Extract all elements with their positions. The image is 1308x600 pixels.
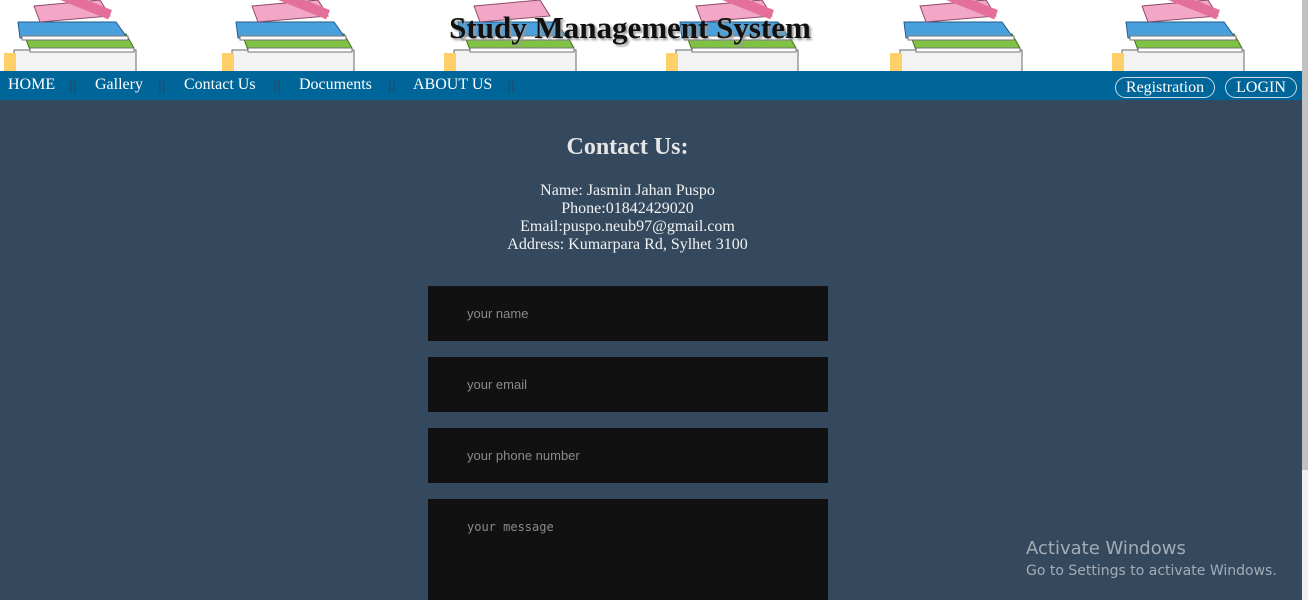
nav-separator: ||	[158, 77, 166, 94]
nav-bar: HOME || Gallery || Contact Us || Documen…	[0, 71, 1302, 100]
nav-documents[interactable]: Documents	[299, 76, 372, 94]
nav-separator: ||	[69, 77, 77, 94]
nav-separator: ||	[273, 77, 281, 94]
phone-input[interactable]	[428, 428, 828, 483]
scrollbar-thumb[interactable]	[1302, 0, 1308, 470]
name-input[interactable]	[428, 286, 828, 341]
activation-subtitle: Go to Settings to activate Windows.	[1026, 563, 1277, 579]
nav-contact-us[interactable]: Contact Us	[184, 76, 256, 94]
activation-title: Activate Windows	[1026, 538, 1186, 559]
windows-activation-watermark: Activate Windows Go to Settings to activ…	[1026, 538, 1277, 582]
contact-name: Name: Jasmin Jahan Puspo	[540, 182, 715, 199]
login-button[interactable]: LOGIN	[1225, 77, 1297, 98]
nav-separator: ||	[507, 77, 515, 94]
email-input[interactable]	[428, 357, 828, 412]
message-textarea[interactable]	[428, 499, 828, 600]
nav-separator: ||	[388, 77, 396, 94]
contact-phone: Phone:01842429020	[561, 200, 694, 217]
nav-gallery[interactable]: Gallery	[95, 76, 143, 94]
nav-about-us[interactable]: ABOUT US	[413, 76, 492, 94]
page: Study Management System HOME || Gallery …	[0, 0, 1308, 600]
contact-email: Email:puspo.neub97@gmail.com	[520, 218, 735, 235]
header-banner: Study Management System	[0, 0, 1302, 71]
site-title: Study Management System	[449, 10, 811, 45]
registration-button[interactable]: Registration	[1115, 77, 1215, 98]
contact-heading: Contact Us:	[566, 134, 689, 160]
nav-home[interactable]: HOME	[8, 76, 55, 94]
contact-address: Address: Kumarpara Rd, Sylhet 3100	[507, 236, 748, 253]
